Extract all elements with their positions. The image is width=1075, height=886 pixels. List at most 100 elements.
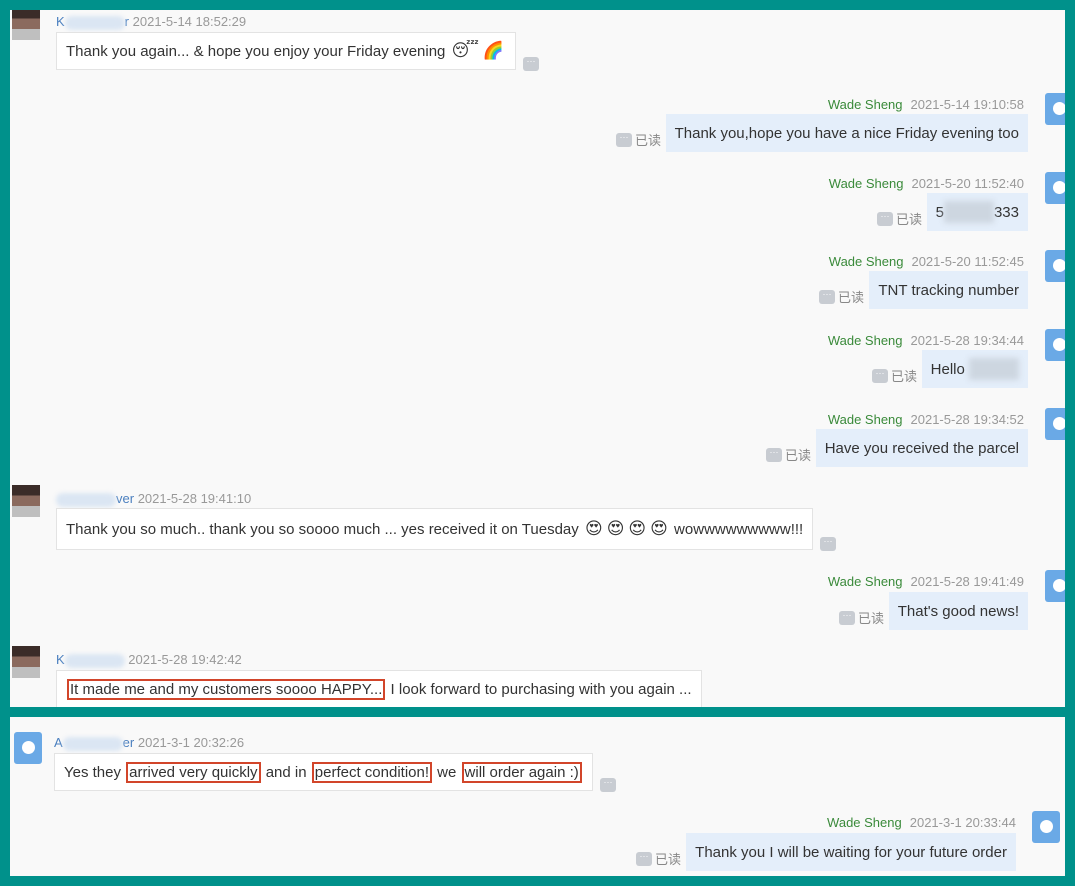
sender-name[interactable]: Wade Sheng <box>829 254 904 269</box>
sender-name-end: er <box>122 735 135 750</box>
message-bubble[interactable]: TNT tracking number <box>869 271 1028 309</box>
redacted-text <box>943 201 994 223</box>
redacted-name <box>62 736 123 751</box>
read-receipt: ··· 已读 <box>872 366 917 385</box>
read-label: 已读 <box>838 290 865 305</box>
message-meta: Wade Sheng 2021-5-20 11:52:40 <box>829 176 1024 191</box>
sender-name[interactable]: ver <box>56 491 134 507</box>
message-bubble[interactable]: That's good news! <box>888 592 1028 630</box>
sender-name[interactable]: Kr <box>56 14 130 30</box>
more-options-icon[interactable]: ··· <box>616 132 632 147</box>
read-label: 已读 <box>785 448 812 463</box>
redacted-name <box>56 492 116 507</box>
sender-name[interactable]: Wade Sheng <box>828 574 903 589</box>
more-options-icon[interactable]: ··· <box>820 537 836 551</box>
sender-name[interactable]: Wade Sheng <box>828 412 903 427</box>
redacted-name <box>64 15 125 30</box>
sender-name[interactable]: Wade Sheng <box>827 815 902 830</box>
avatar[interactable] <box>1045 408 1065 440</box>
avatar[interactable] <box>1045 172 1065 204</box>
more-options-icon[interactable]: ··· <box>877 211 893 226</box>
emoji-icon: 🌈 <box>482 41 505 60</box>
message-time: 2021-5-14 18:52:29 <box>132 14 247 29</box>
message-bubble[interactable]: Yes they arrived very quickly and in per… <box>54 753 593 791</box>
message-text: 333 <box>993 203 1019 221</box>
message-meta: Wade Sheng 2021-5-28 19:41:49 <box>828 574 1024 589</box>
message-bubble[interactable]: It made me and my customers soooo HAPPY.… <box>56 670 702 707</box>
message-text: That's good news! <box>897 602 1019 620</box>
message-time: 2021-5-28 19:42:42 <box>128 652 242 667</box>
message-bubble[interactable]: Thank you I will be waiting for your fut… <box>686 833 1016 871</box>
message-bubble[interactable]: Thank you again... & hope you enjoy your… <box>56 32 517 70</box>
message-text: 5 <box>935 203 944 221</box>
message-text: Thank you so much.. thank you so soooo m… <box>66 520 583 538</box>
message-bubble[interactable]: 5 333 <box>926 193 1028 231</box>
chat-panel-may: Kr 2021-5-14 18:52:29 Thank you again... … <box>10 10 1065 707</box>
message-meta: ver 2021-5-28 19:41:10 <box>56 491 251 507</box>
avatar[interactable] <box>1045 250 1065 282</box>
message-bubble[interactable]: Have you received the parcel <box>815 429 1028 467</box>
avatar[interactable] <box>12 10 40 40</box>
message-meta: Wade Sheng 2021-5-14 19:10:58 <box>828 97 1024 112</box>
highlighted-text: arrived very quickly <box>126 761 261 783</box>
read-label: 已读 <box>891 369 918 384</box>
message-text: Thank you,hope you have a nice Friday ev… <box>674 124 1019 142</box>
emoji-icon: 😍 <box>584 519 603 538</box>
message-meta: Wade Sheng 2021-5-28 19:34:52 <box>828 412 1024 427</box>
message-meta: Wade Sheng 2021-5-20 11:52:45 <box>829 254 1024 269</box>
sender-name[interactable]: Wade Sheng <box>828 333 903 348</box>
avatar[interactable] <box>1032 811 1060 843</box>
sender-name-start: K <box>56 14 65 29</box>
sender-name[interactable]: Aer <box>54 735 135 751</box>
message-meta: Aer 2021-3-1 20:32:26 <box>54 735 244 751</box>
sender-name-start: K <box>56 652 65 667</box>
emoji-icon: 😍 <box>650 519 668 538</box>
message-time: 2021-5-20 11:52:40 <box>911 176 1024 191</box>
avatar[interactable] <box>1045 93 1065 125</box>
read-label: 已读 <box>858 611 885 626</box>
message-meta: Wade Sheng 2021-5-28 19:34:44 <box>828 333 1024 348</box>
sender-name[interactable]: Wade Sheng <box>828 97 903 112</box>
redacted-text <box>969 358 1019 380</box>
read-receipt: ··· 已读 <box>819 287 864 306</box>
read-receipt: ··· 已读 <box>877 209 922 228</box>
sender-name-start: A <box>54 735 63 750</box>
avatar[interactable] <box>1045 329 1065 361</box>
more-options-icon[interactable]: ··· <box>636 851 652 866</box>
message-text: and in <box>261 763 311 781</box>
message-text: TNT tracking number <box>878 281 1019 299</box>
message-text: Hello <box>930 360 969 378</box>
read-receipt: ··· 已读 <box>766 445 811 464</box>
more-options-icon[interactable]: ··· <box>766 447 782 462</box>
redacted-name <box>64 653 125 668</box>
emoji-icon: 😍 <box>606 519 625 538</box>
read-label: 已读 <box>896 212 923 227</box>
highlighted-text: It made me and my customers soooo HAPPY.… <box>67 678 386 700</box>
avatar[interactable] <box>1045 570 1065 602</box>
message-text: Yes they <box>64 763 126 781</box>
more-options-icon[interactable]: ··· <box>600 778 616 792</box>
sender-name[interactable]: Wade Sheng <box>829 176 904 191</box>
more-options-icon[interactable]: ··· <box>523 57 539 71</box>
message-time: 2021-5-28 19:41:49 <box>910 574 1024 589</box>
message-bubble[interactable]: Hello <box>921 350 1028 388</box>
chat-panel-march: Aer 2021-3-1 20:32:26 Yes they arrived ve… <box>10 717 1065 876</box>
message-bubble[interactable]: Thank you,hope you have a nice Friday ev… <box>665 114 1028 152</box>
read-receipt: ··· 已读 <box>839 608 884 627</box>
avatar[interactable] <box>12 646 40 678</box>
sender-name-end: r <box>124 14 130 29</box>
more-options-icon[interactable]: ··· <box>872 368 888 383</box>
emoji-icon: 😴 <box>451 41 479 60</box>
message-bubble[interactable]: Thank you so much.. thank you so soooo m… <box>56 508 814 550</box>
message-time: 2021-5-28 19:34:52 <box>910 412 1024 427</box>
sender-name[interactable]: K <box>56 652 125 668</box>
message-meta: Kr 2021-5-14 18:52:29 <box>56 14 246 30</box>
message-text: I look forward to purchasing with you ag… <box>386 680 692 698</box>
message-time: 2021-3-1 20:32:26 <box>137 735 245 750</box>
avatar[interactable] <box>12 485 40 517</box>
more-options-icon[interactable]: ··· <box>839 610 855 625</box>
avatar[interactable] <box>14 732 42 764</box>
read-label: 已读 <box>655 852 682 867</box>
emoji-icon: 😍 <box>628 519 647 538</box>
more-options-icon[interactable]: ··· <box>819 289 835 304</box>
